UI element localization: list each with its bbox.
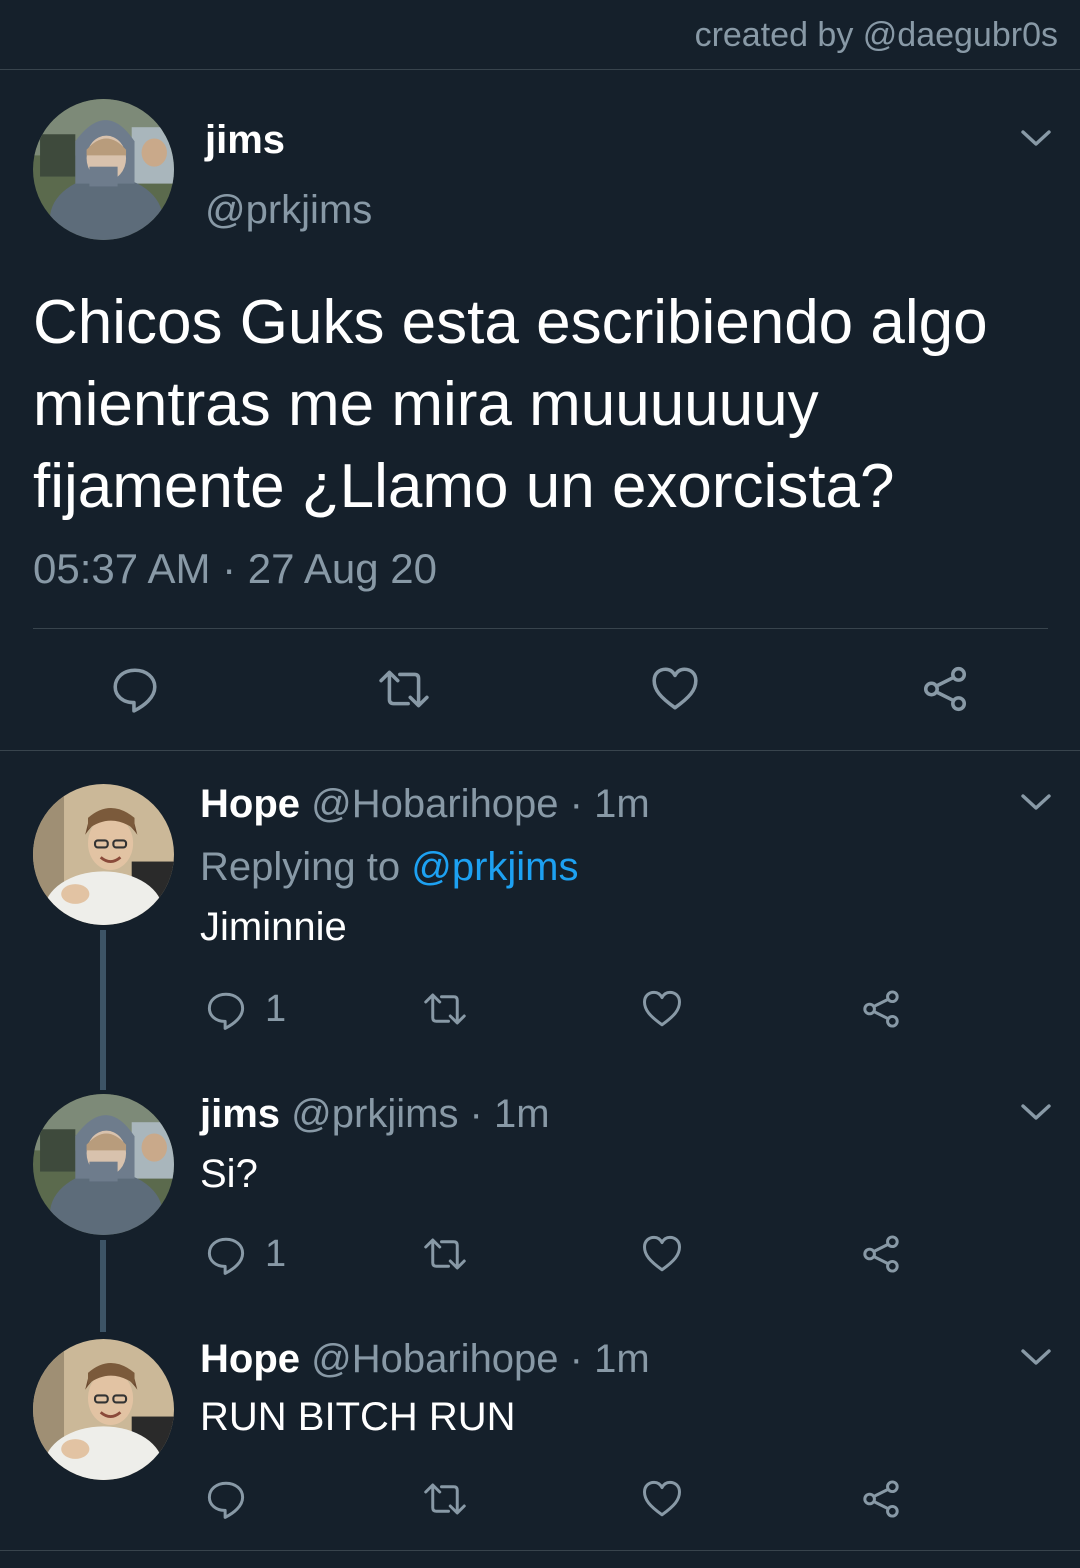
- reply-button[interactable]: [205, 1478, 265, 1520]
- main-tweet-text: Chicos Guks esta escribiendo algo mientr…: [33, 288, 988, 521]
- retweet-icon: [420, 1478, 470, 1520]
- reply-count: 1: [265, 988, 287, 1030]
- creator-credit: created by @daegubr0s: [694, 16, 1058, 54]
- reply-header: Hope @Hobarihope · 1m: [200, 1337, 650, 1382]
- share-button[interactable]: [860, 1478, 902, 1520]
- reply-author-name[interactable]: Hope: [200, 782, 300, 826]
- like-button[interactable]: [641, 1478, 683, 1520]
- hope-avatar-image: [33, 1339, 174, 1480]
- reply-header: Hope @Hobarihope · 1m: [200, 782, 650, 827]
- chevron-down-icon[interactable]: [1020, 128, 1052, 148]
- replying-to: Replying to @prkjims: [200, 845, 579, 890]
- reply-button[interactable]: 1: [205, 1233, 286, 1276]
- share-icon: [860, 988, 902, 1030]
- heart-icon: [650, 664, 700, 714]
- divider: [0, 750, 1080, 751]
- retweet-button[interactable]: [420, 1478, 470, 1520]
- avatar[interactable]: [33, 1094, 174, 1235]
- retweet-icon: [420, 988, 470, 1030]
- reply-button[interactable]: [110, 664, 160, 714]
- replying-label: Replying to: [200, 845, 412, 889]
- reply-meta: @prkjims · 1m: [291, 1092, 550, 1136]
- reply-meta: @Hobarihope · 1m: [311, 1337, 650, 1381]
- thread-line: [100, 1240, 106, 1332]
- reply-button[interactable]: 1: [205, 988, 286, 1031]
- main-author-name[interactable]: jims: [205, 118, 285, 163]
- divider: [0, 1550, 1080, 1551]
- reply-count: 1: [265, 1233, 287, 1275]
- reply-author-name[interactable]: Hope: [200, 1337, 300, 1381]
- replying-handle-link[interactable]: @prkjims: [411, 845, 578, 889]
- main-timestamp[interactable]: 05:37 AM · 27 Aug 20: [33, 545, 437, 593]
- retweet-icon: [420, 1233, 470, 1275]
- hope-avatar-image: [33, 784, 174, 925]
- main-author-handle[interactable]: @prkjims: [205, 188, 372, 233]
- share-button[interactable]: [920, 664, 970, 714]
- like-button[interactable]: [650, 664, 700, 714]
- share-icon: [860, 1233, 902, 1275]
- like-button[interactable]: [641, 1233, 683, 1275]
- chevron-down-icon[interactable]: [1020, 1102, 1052, 1122]
- share-button[interactable]: [860, 1233, 902, 1275]
- reply-text: RUN BITCH RUN: [200, 1395, 516, 1439]
- retweet-button[interactable]: [420, 1233, 470, 1275]
- reply-icon: [205, 1234, 247, 1276]
- jims-avatar-image: [33, 1094, 174, 1235]
- reply-text: Si?: [200, 1152, 258, 1196]
- share-button[interactable]: [860, 988, 902, 1030]
- reply-icon: [205, 989, 247, 1031]
- retweet-icon: [374, 664, 434, 714]
- reply-header: jims @prkjims · 1m: [200, 1092, 550, 1137]
- share-icon: [920, 664, 970, 714]
- retweet-button[interactable]: [420, 988, 470, 1030]
- thread-line: [100, 930, 106, 1090]
- share-icon: [860, 1478, 902, 1520]
- avatar[interactable]: [33, 1339, 174, 1480]
- avatar[interactable]: [33, 784, 174, 925]
- reply-icon: [110, 664, 160, 714]
- reply-meta: @Hobarihope · 1m: [311, 782, 650, 826]
- heart-icon: [641, 1478, 683, 1520]
- chevron-down-icon[interactable]: [1020, 792, 1052, 812]
- reply-author-name[interactable]: jims: [200, 1092, 280, 1136]
- like-button[interactable]: [641, 988, 683, 1030]
- avatar[interactable]: [33, 99, 174, 240]
- divider: [0, 69, 1080, 70]
- heart-icon: [641, 1233, 683, 1275]
- reply-icon: [205, 1478, 247, 1520]
- reply-text: Jiminnie: [200, 905, 347, 949]
- chevron-down-icon[interactable]: [1020, 1347, 1052, 1367]
- divider: [33, 628, 1048, 629]
- retweet-button[interactable]: [374, 664, 434, 714]
- heart-icon: [641, 988, 683, 1030]
- jims-avatar-image: [33, 99, 174, 240]
